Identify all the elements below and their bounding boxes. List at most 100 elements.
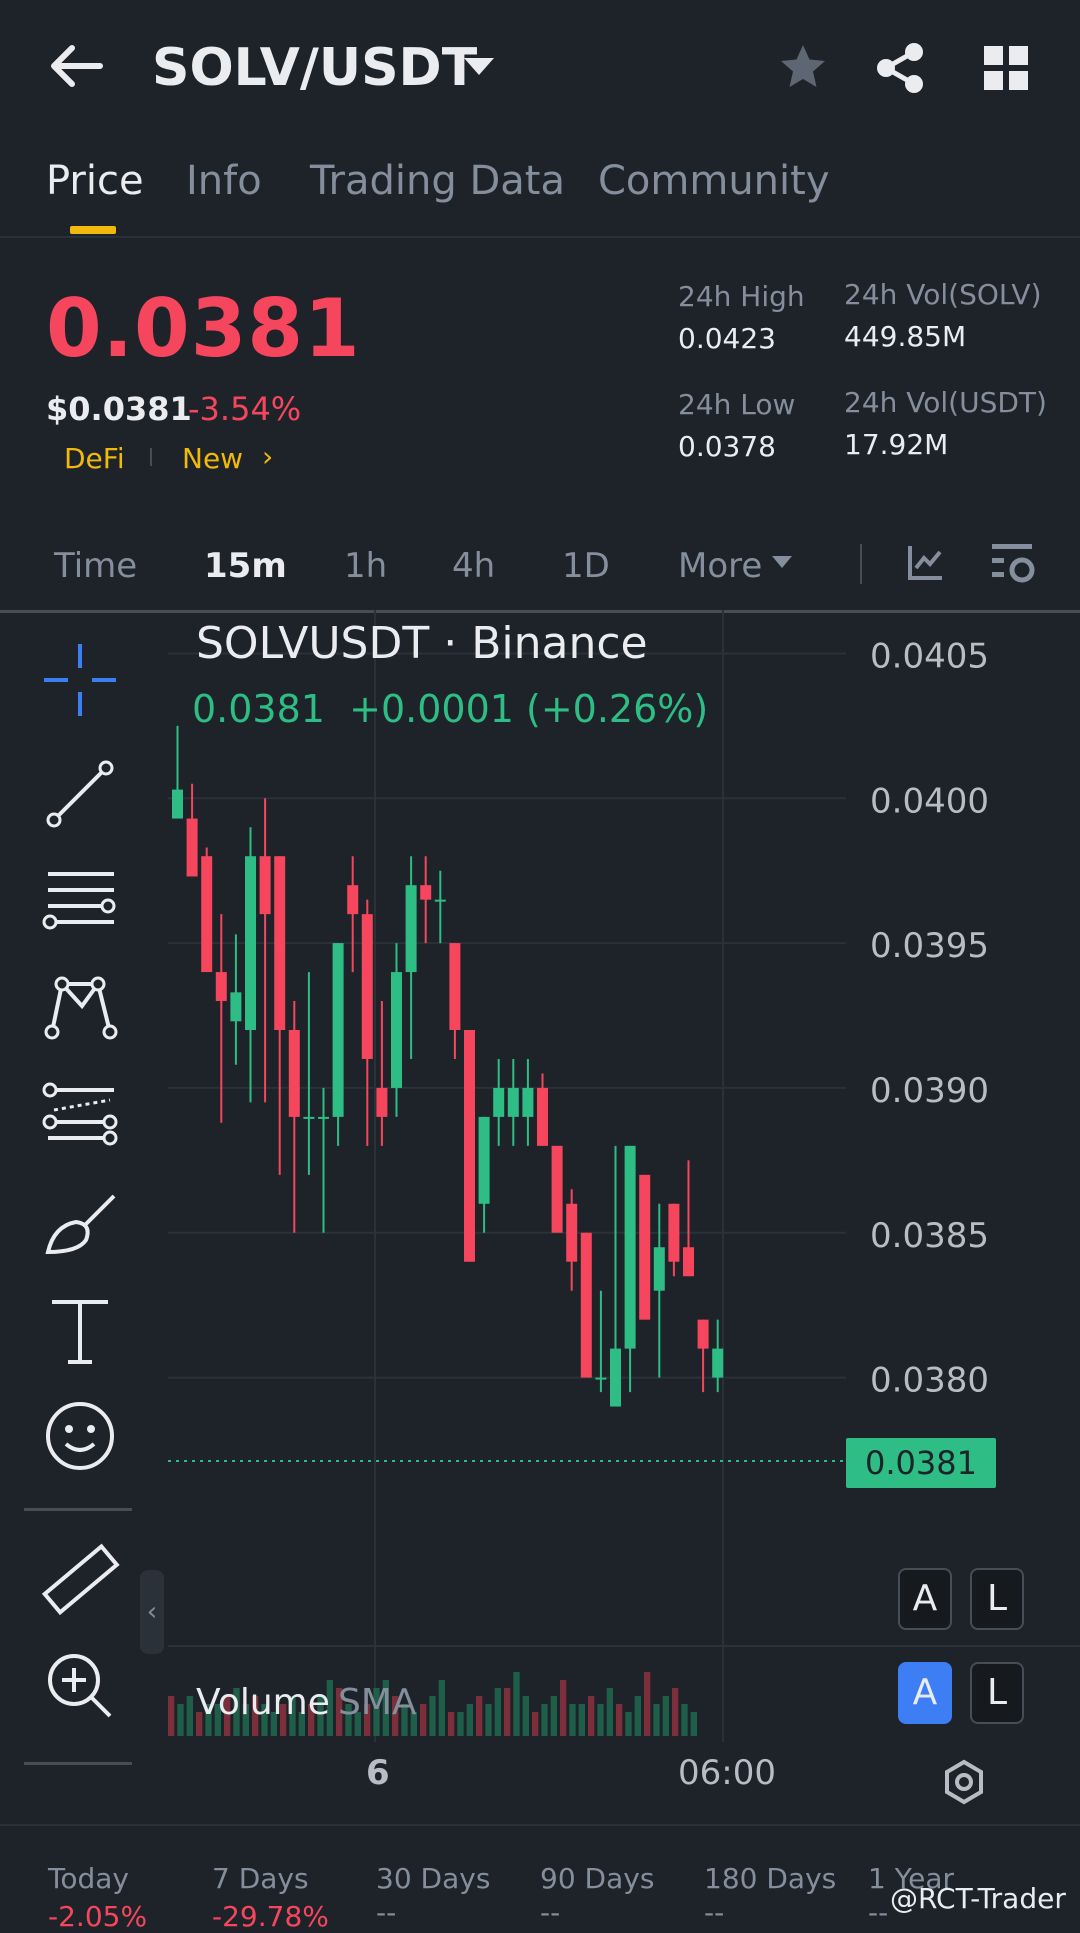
caret-down-icon[interactable] [464,58,494,75]
volume-bar [532,1712,539,1736]
volume-bar [504,1688,511,1736]
last-price-tag: 0.0381 [846,1438,996,1488]
grid-icon[interactable] [984,46,1028,90]
y-tick: 0.0380 [870,1361,989,1401]
interval-time[interactable]: Time [54,546,137,586]
candle-body [274,856,286,1030]
sma-label: SMA [338,1682,417,1723]
tab-community[interactable]: Community [598,158,830,204]
candle-body [186,818,198,877]
indicator-chart-icon[interactable] [906,542,946,582]
candle-body [566,1203,578,1262]
log-scale-button[interactable]: L [970,1568,1024,1630]
y-tick: 0.0385 [870,1216,989,1256]
volume-bar [690,1712,697,1736]
fibonacci-icon[interactable] [40,1076,120,1156]
candle-body [639,1174,651,1320]
volume-label: Volume [196,1682,330,1723]
tab-info[interactable]: Info [186,158,262,204]
tag-divider [150,448,152,466]
tag-defi[interactable]: DeFi [64,442,125,475]
back-arrow-icon[interactable] [48,42,104,90]
chart-settings-icon[interactable] [990,540,1036,586]
candle-body [347,885,359,915]
volume-bar [644,1672,651,1736]
star-icon[interactable] [778,42,828,92]
tab-price[interactable]: Price [46,158,144,204]
candle-body [201,856,213,973]
chevron-right-icon[interactable]: › [262,440,273,473]
pair-title[interactable]: SOLV/USDT [152,38,477,98]
candle-body [288,1030,300,1117]
volume-bar [448,1712,455,1736]
perf-value: -- [540,1896,561,1929]
active-tab-indicator [70,226,116,234]
interval-bar: Time 15m 1h 4h 1D More [0,526,1080,613]
gear-icon [945,1759,983,1805]
x-tick: 06:00 [678,1753,776,1793]
candle-body [172,789,183,819]
stat-high-value: 0.0423 [678,322,776,355]
interval-more[interactable]: More [678,546,762,586]
candle-body [610,1348,621,1407]
perf-value: -2.05% [48,1900,148,1933]
perf-label: 7 Days [212,1862,309,1895]
trend-line-icon[interactable] [40,754,120,834]
horizontal-lines-icon[interactable] [40,860,120,940]
candle-body [478,1116,490,1204]
auto-scale-button[interactable]: A [898,1568,952,1630]
candle-body [624,1145,636,1349]
candle-body [551,1145,563,1233]
stat-low-label: 24h Low [678,388,796,421]
caret-down-icon[interactable] [772,556,792,568]
share-icon[interactable] [872,40,928,96]
volume-bar [578,1704,585,1736]
volume-bar [606,1688,613,1736]
candle-body [668,1203,680,1262]
interval-1h[interactable]: 1h [344,546,387,586]
volume-bar [560,1680,567,1736]
candle-body [434,899,446,902]
volume-bar [177,1704,184,1736]
candle-body [653,1247,665,1291]
stat-low-value: 0.0378 [678,430,776,463]
price-change-percent: -3.54% [188,390,302,428]
crosshair-icon[interactable] [40,640,120,720]
candle-body [507,1087,519,1117]
candle-body [537,1087,548,1146]
brush-icon[interactable] [40,1186,120,1266]
candle-body [405,885,417,973]
ruler-icon[interactable] [40,1540,120,1620]
stat-high-label: 24h High [678,280,805,313]
interval-15m[interactable]: 15m [204,546,287,586]
pattern-icon[interactable] [40,966,120,1046]
chart-gridlines [168,652,846,1379]
perf-label: 30 Days [376,1862,491,1895]
volume-auto-scale-button[interactable]: A [898,1662,952,1724]
candle-body [420,885,432,900]
candle-body [391,972,402,1088]
chevron-left-icon: ‹ [146,1597,158,1627]
interval-4h[interactable]: 4h [452,546,495,586]
usd-price: $0.0381 [46,390,192,428]
y-tick: 0.0390 [870,1071,989,1111]
toolbar-divider [24,1508,132,1511]
stat-vol-quote-label: 24h Vol(USDT) [844,386,1047,419]
tag-new[interactable]: New [182,442,243,475]
perf-value: -- [868,1896,889,1929]
zoom-in-icon[interactable] [40,1646,120,1726]
volume-bar [522,1696,529,1736]
candle-body [303,1116,315,1119]
volume-log-scale-button[interactable]: L [970,1662,1024,1724]
x-tick: 6 [366,1753,390,1793]
perf-label: 180 Days [704,1862,837,1895]
candle-body [449,943,461,1030]
collapse-toolbar-button[interactable]: ‹ [140,1570,164,1654]
stat-vol-base-label: 24h Vol(SOLV) [844,278,1042,311]
interval-1d[interactable]: 1D [562,546,610,586]
emoji-icon[interactable] [40,1396,120,1476]
text-tool-icon[interactable] [40,1290,120,1370]
volume-bar [420,1704,427,1736]
tab-trading-data[interactable]: Trading Data [310,158,565,204]
candle-group [172,725,724,1407]
